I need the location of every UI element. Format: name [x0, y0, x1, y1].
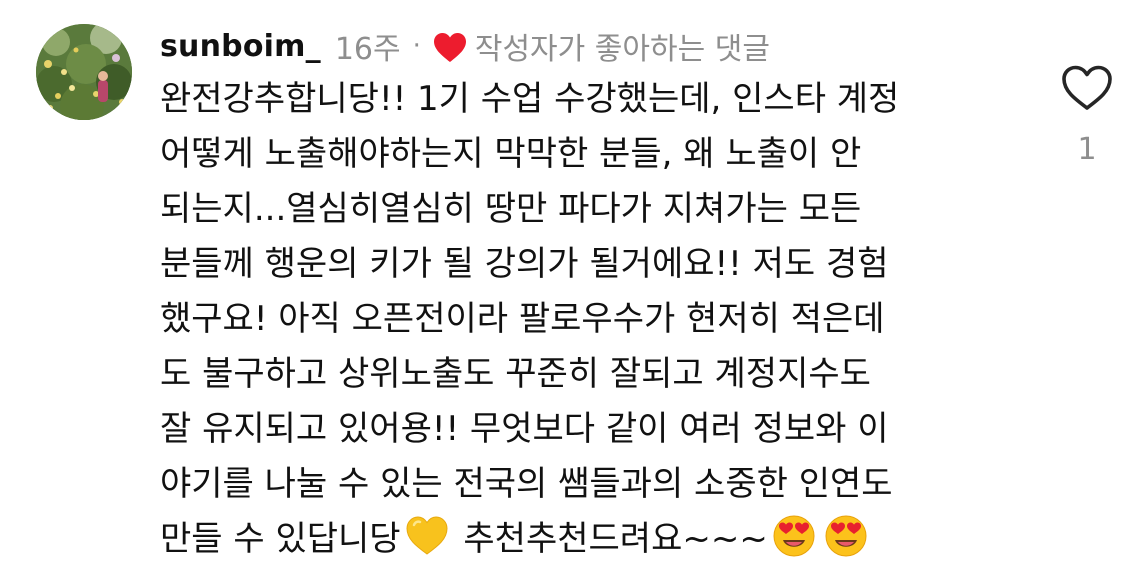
- like-count: 1: [1077, 132, 1097, 167]
- heart-eyes-emoji: [772, 514, 816, 558]
- comment-text-line: 되는지...열심히열심히 땅만 파다가 지쳐가는 모든: [160, 189, 862, 229]
- like-column: 1: [1060, 64, 1114, 167]
- comment-item: sunboim_ 16주 · 작성자가 좋아하는 댓글 완전강추합니당!! 1기…: [0, 0, 1140, 559]
- comment-text-line: 야기를 나눌 수 있는 전국의 쌤들과의 소중한 인연도: [160, 464, 893, 504]
- yellow-heart-emoji: [405, 514, 449, 558]
- comment-text-line: 어떻게 노출해야하는지 막막한 분들, 왜 노출이 안: [160, 134, 862, 174]
- avatar[interactable]: [36, 24, 132, 120]
- comment-text-part: 추천추천드려요~~~: [463, 519, 768, 559]
- separator-dot: ·: [412, 31, 421, 61]
- username[interactable]: sunboim_: [160, 29, 321, 64]
- comment-text-line: 했구요! 아직 오픈전이라 팔로우수가 현저히 적은데: [160, 299, 885, 339]
- red-heart-icon: [433, 32, 467, 64]
- comment-text: 완전강추합니당!! 1기 수업 수강했는데, 인스타 계정 어떻게 노출해야하는…: [160, 72, 1020, 567]
- comment-header: sunboim_ 16주 · 작성자가 좋아하는 댓글: [160, 24, 770, 68]
- heart-outline-icon[interactable]: [1061, 64, 1113, 112]
- comment-age: 16주: [334, 32, 401, 67]
- comment-text-last-line: 만들 수 있답니당 추천추천드려요~~~: [160, 512, 1020, 567]
- comment-text-line: 분들께 행운의 키가 될 강의가 될거에요!! 저도 경험: [160, 244, 889, 284]
- heart-eyes-emoji: [824, 514, 868, 558]
- comment-text-line: 완전강추합니당!! 1기 수업 수강했는데, 인스타 계정: [160, 79, 900, 119]
- comment-text-line: 도 불구하고 상위노출도 꾸준히 잘되고 계정지수도: [160, 354, 871, 394]
- comment-text-part: 만들 수 있답니당: [160, 519, 401, 559]
- author-liked-label: 작성자가 좋아하는 댓글: [474, 32, 770, 67]
- comment-text-line: 잘 유지되고 있어용!! 무엇보다 같이 여러 정보와 이: [160, 409, 889, 449]
